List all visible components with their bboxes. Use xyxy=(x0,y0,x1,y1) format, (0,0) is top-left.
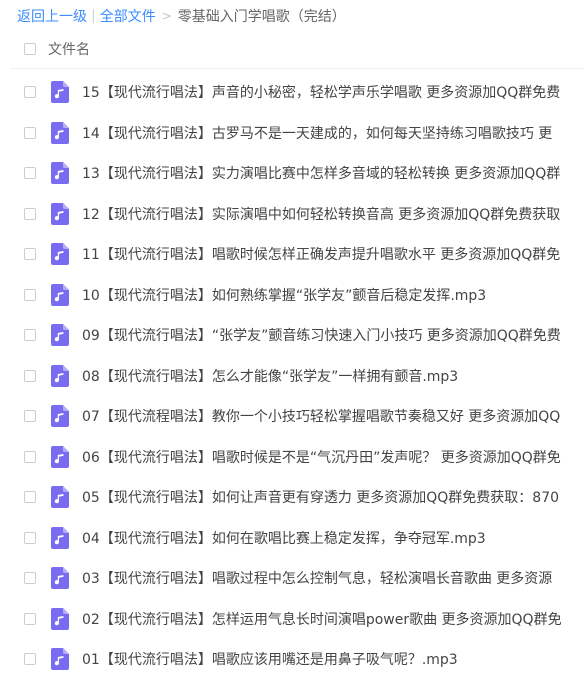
file-name[interactable]: 13【现代流行唱法】实力演唱比赛中怎样多音域的轻松转换 更多资源加QQ群 xyxy=(82,163,560,183)
back-link[interactable]: 返回上一级 xyxy=(17,6,87,26)
file-row[interactable]: 10【现代流行唱法】如何熟练掌握“张学友”颤音后稳定发挥.mp3 xyxy=(0,275,584,316)
file-name[interactable]: 08【现代流行唱法】怎么才能像“张学友”一样拥有颤音.mp3 xyxy=(82,366,458,386)
file-name[interactable]: 04【现代流行唱法】如何在歌唱比赛上稳定发挥，争夺冠军.mp3 xyxy=(82,528,486,548)
file-row[interactable]: 02【现代流行唱法】怎样运用气息长时间演唱power歌曲 更多资源加QQ群免 xyxy=(0,599,584,640)
file-name[interactable]: 14【现代流行唱法】古罗马不是一天建成的，如何每天坚持练习唱歌技巧 更 xyxy=(82,123,552,143)
breadcrumb-divider: | xyxy=(91,8,96,24)
file-row-checkbox[interactable] xyxy=(24,612,36,625)
audio-file-icon xyxy=(51,121,69,144)
file-row[interactable]: 04【现代流行唱法】如何在歌唱比赛上稳定发挥，争夺冠军.mp3 xyxy=(0,518,584,559)
file-name[interactable]: 09【现代流行唱法】“张学友”颤音练习快速入门小技巧 更多资源加QQ群免费 xyxy=(82,325,561,345)
file-name[interactable]: 03【现代流行唱法】唱歌过程中怎么控制气息，轻松演唱长音歌曲 更多资源 xyxy=(82,568,552,588)
audio-file-icon xyxy=(51,607,69,630)
file-name[interactable]: 10【现代流行唱法】如何熟练掌握“张学友”颤音后稳定发挥.mp3 xyxy=(82,285,486,305)
audio-file-icon xyxy=(51,364,69,387)
file-row-checkbox[interactable] xyxy=(24,572,36,585)
file-row-checkbox[interactable] xyxy=(24,329,36,342)
file-name[interactable]: 01【现代流行唱法】唱歌应该用嘴还是用鼻子吸气呢？.mp3 xyxy=(82,649,458,669)
file-row[interactable]: 15【现代流行唱法】声音的小秘密，轻松学声乐学唱歌 更多资源加QQ群免费 xyxy=(0,72,584,113)
audio-file-icon xyxy=(51,445,69,468)
file-row-checkbox[interactable] xyxy=(24,126,36,139)
file-name[interactable]: 11【现代流行唱法】唱歌时候怎样正确发声提升唱歌水平 更多资源加QQ群免 xyxy=(82,244,560,264)
audio-file-icon xyxy=(51,243,69,266)
file-name[interactable]: 12【现代流行唱法】实际演唱中如何轻松转换音高 更多资源加QQ群免费获取 xyxy=(82,204,560,224)
file-row[interactable]: 09【现代流行唱法】“张学友”颤音练习快速入门小技巧 更多资源加QQ群免费 xyxy=(0,315,584,356)
file-row-checkbox[interactable] xyxy=(24,531,36,544)
audio-file-icon xyxy=(51,405,69,428)
file-row[interactable]: 06【现代流行唱法】唱歌时候是不是“气沉丹田”发声呢？ 更多资源加QQ群免 xyxy=(0,437,584,478)
file-row-checkbox[interactable] xyxy=(24,450,36,463)
file-name[interactable]: 06【现代流行唱法】唱歌时候是不是“气沉丹田”发声呢？ 更多资源加QQ群免 xyxy=(82,447,561,467)
file-name[interactable]: 05【现代流行唱法】如何让声音更有穿透力 更多资源加QQ群免费获取：870 xyxy=(82,487,559,507)
file-list: 15【现代流行唱法】声音的小秘密，轻松学声乐学唱歌 更多资源加QQ群免费 14【… xyxy=(0,72,584,680)
select-all-checkbox[interactable] xyxy=(24,43,36,55)
file-list-header: 文件名 xyxy=(0,33,584,65)
audio-file-icon xyxy=(51,526,69,549)
file-row-checkbox[interactable] xyxy=(24,410,36,423)
file-row[interactable]: 12【现代流行唱法】实际演唱中如何轻松转换音高 更多资源加QQ群免费获取 xyxy=(0,194,584,235)
chevron-right-icon: > xyxy=(161,9,172,23)
file-name[interactable]: 02【现代流行唱法】怎样运用气息长时间演唱power歌曲 更多资源加QQ群免 xyxy=(82,609,562,629)
file-row[interactable]: 03【现代流行唱法】唱歌过程中怎么控制气息，轻松演唱长音歌曲 更多资源 xyxy=(0,558,584,599)
file-row-checkbox[interactable] xyxy=(24,653,36,666)
audio-file-icon xyxy=(51,283,69,306)
file-row[interactable]: 01【现代流行唱法】唱歌应该用嘴还是用鼻子吸气呢？.mp3 xyxy=(0,639,584,680)
all-files-link[interactable]: 全部文件 xyxy=(100,6,156,26)
current-folder-name: 零基础入门学唱歌（完结） xyxy=(177,9,346,25)
file-row[interactable]: 13【现代流行唱法】实力演唱比赛中怎样多音域的轻松转换 更多资源加QQ群 xyxy=(0,153,584,194)
file-name[interactable]: 07【现代流程唱法】教你一个小技巧轻松掌握唱歌节奏稳又好 更多资源加QQ xyxy=(82,406,560,426)
column-header-filename[interactable]: 文件名 xyxy=(48,39,90,59)
file-row[interactable]: 05【现代流行唱法】如何让声音更有穿透力 更多资源加QQ群免费获取：870 xyxy=(0,477,584,518)
file-row-checkbox[interactable] xyxy=(24,288,36,301)
audio-file-icon xyxy=(51,648,69,671)
audio-file-icon xyxy=(51,81,69,104)
breadcrumb: 返回上一级 | 全部文件 > 零基础入门学唱歌（完结） xyxy=(17,6,346,26)
file-row[interactable]: 14【现代流行唱法】古罗马不是一天建成的，如何每天坚持练习唱歌技巧 更 xyxy=(0,113,584,154)
file-row-checkbox[interactable] xyxy=(24,86,36,99)
file-name[interactable]: 15【现代流行唱法】声音的小秘密，轻松学声乐学唱歌 更多资源加QQ群免费 xyxy=(82,82,560,102)
header-divider xyxy=(10,68,584,69)
audio-file-icon xyxy=(51,202,69,225)
file-row[interactable]: 11【现代流行唱法】唱歌时候怎样正确发声提升唱歌水平 更多资源加QQ群免 xyxy=(0,234,584,275)
file-row-checkbox[interactable] xyxy=(24,248,36,261)
audio-file-icon xyxy=(51,567,69,590)
file-row[interactable]: 08【现代流行唱法】怎么才能像“张学友”一样拥有颤音.mp3 xyxy=(0,356,584,397)
audio-file-icon xyxy=(51,486,69,509)
file-row-checkbox[interactable] xyxy=(24,167,36,180)
file-row[interactable]: 07【现代流程唱法】教你一个小技巧轻松掌握唱歌节奏稳又好 更多资源加QQ xyxy=(0,396,584,437)
file-row-checkbox[interactable] xyxy=(24,369,36,382)
file-row-checkbox[interactable] xyxy=(24,207,36,220)
file-row-checkbox[interactable] xyxy=(24,491,36,504)
audio-file-icon xyxy=(51,162,69,185)
audio-file-icon xyxy=(51,324,69,347)
